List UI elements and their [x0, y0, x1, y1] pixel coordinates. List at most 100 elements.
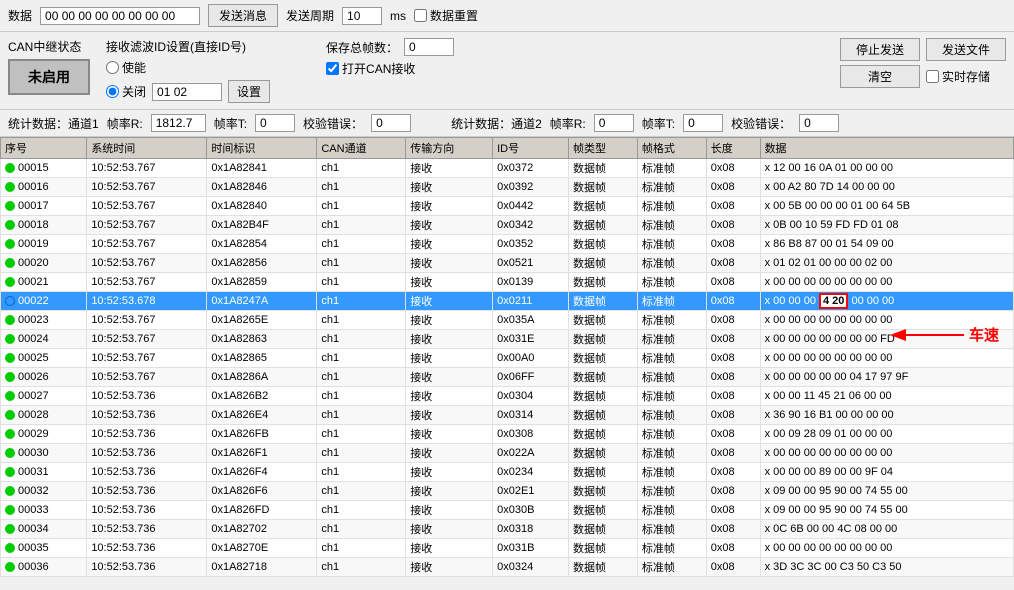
stats1-frame-t-input[interactable]	[255, 114, 295, 132]
close-radio[interactable]	[106, 85, 119, 98]
realtime-save-label[interactable]: 实时存储	[926, 68, 990, 85]
send-file-button[interactable]: 发送文件	[926, 38, 1006, 61]
row-fformat: 标准帧	[637, 235, 706, 254]
row-len: 0x08	[706, 520, 760, 539]
table-row[interactable]: 0003410:52:53.7360x1A82702ch1接收0x0318数据帧…	[1, 520, 1014, 539]
row-ftype: 数据帧	[569, 539, 638, 558]
row-dir: 接收	[406, 444, 493, 463]
row-dir: 接收	[406, 425, 493, 444]
row-ts: 0x1A82B4F	[207, 216, 317, 235]
row-ts: 0x1A8247A	[207, 292, 317, 311]
table-row[interactable]: 0002810:52:53.7360x1A826E4ch1接收0x0314数据帧…	[1, 406, 1014, 425]
stats2-frame-t-input[interactable]	[683, 114, 723, 132]
table-row[interactable]: 0001910:52:53.7670x1A82854ch1接收0x0352数据帧…	[1, 235, 1014, 254]
filter-value-input[interactable]	[152, 83, 222, 101]
table-row[interactable]: 0002010:52:53.7670x1A82856ch1接收0x0521数据帧…	[1, 254, 1014, 273]
row-id: 0x06FF	[493, 368, 569, 387]
table-row[interactable]: 0002210:52:53.6780x1A8247Ach1接收0x0211数据帧…	[1, 292, 1014, 311]
table-row[interactable]: 0003310:52:53.7360x1A826FDch1接收0x030B数据帧…	[1, 501, 1014, 520]
stop-send-button[interactable]: 停止发送	[840, 38, 920, 61]
row-len: 0x08	[706, 368, 760, 387]
row-data: x 36 90 16 B1 00 00 00 00	[760, 406, 1013, 425]
enable-radio[interactable]	[106, 61, 119, 74]
row-ftype: 数据帧	[569, 235, 638, 254]
row-id: 0x035A	[493, 311, 569, 330]
row-id: 0x0234	[493, 463, 569, 482]
control-section: CAN中继状态 未启用 接收滤波ID设置(直接ID号) 使能 关闭 设置	[0, 32, 1014, 110]
row-dir: 接收	[406, 406, 493, 425]
period-input[interactable]	[342, 7, 382, 25]
top-bar: 数据 发送消息 发送周期 ms 数据重置	[0, 0, 1014, 32]
row-seq: 00021	[1, 273, 87, 292]
row-ts: 0x1A82854	[207, 235, 317, 254]
row-seq: 00035	[1, 539, 87, 558]
row-ts: 0x1A826B2	[207, 387, 317, 406]
table-row[interactable]: 0002910:52:53.7360x1A826FBch1接收0x0308数据帧…	[1, 425, 1014, 444]
row-id: 0x031E	[493, 330, 569, 349]
row-id: 0x0318	[493, 520, 569, 539]
data-table-container: 序号 系统时间 时间标识 CAN通道 传输方向 ID号 帧类型 帧格式 长度 数…	[0, 137, 1014, 577]
table-row[interactable]: 0003510:52:53.7360x1A8270Ech1接收0x031B数据帧…	[1, 539, 1014, 558]
row-time: 10:52:53.767	[87, 197, 207, 216]
row-ts: 0x1A826F6	[207, 482, 317, 501]
table-row[interactable]: 0001610:52:53.7670x1A82846ch1接收0x0392数据帧…	[1, 178, 1014, 197]
row-dir: 接收	[406, 292, 493, 311]
table-row[interactable]: 0002510:52:53.7670x1A82865ch1接收0x00A0数据帧…	[1, 349, 1014, 368]
row-len: 0x08	[706, 482, 760, 501]
stats2-check-err-input[interactable]	[799, 114, 839, 132]
stats1-label: 统计数据：通道1	[8, 115, 99, 132]
row-fformat: 标准帧	[637, 292, 706, 311]
table-row[interactable]: 0002110:52:53.7670x1A82859ch1接收0x0139数据帧…	[1, 273, 1014, 292]
clear-button[interactable]: 清空	[840, 65, 920, 88]
row-id: 0x02E1	[493, 482, 569, 501]
table-row[interactable]: 0002710:52:53.7360x1A826B2ch1接收0x0304数据帧…	[1, 387, 1014, 406]
set-filter-button[interactable]: 设置	[228, 80, 270, 103]
loop-checkbox-label[interactable]: 数据重置	[414, 7, 478, 24]
row-id: 0x0211	[493, 292, 569, 311]
addr-label: 数据	[8, 7, 32, 24]
enable-radio-label[interactable]: 使能	[106, 59, 146, 76]
row-ts: 0x1A826FD	[207, 501, 317, 520]
row-seq: 00023	[1, 311, 87, 330]
table-row[interactable]: 0002410:52:53.7670x1A82863ch1接收0x031E数据帧…	[1, 330, 1014, 349]
save-frames-input[interactable]	[404, 38, 454, 56]
row-len: 0x08	[706, 254, 760, 273]
row-time: 10:52:53.767	[87, 178, 207, 197]
table-row[interactable]: 0001510:52:53.7670x1A82841ch1接收0x0372数据帧…	[1, 159, 1014, 178]
can-status-button[interactable]: 未启用	[8, 59, 90, 95]
table-row[interactable]: 0001710:52:53.7670x1A82840ch1接收0x0442数据帧…	[1, 197, 1014, 216]
table-row[interactable]: 0003610:52:53.7360x1A82718ch1接收0x0324数据帧…	[1, 558, 1014, 577]
open-can-checkbox[interactable]	[326, 62, 339, 75]
row-time: 10:52:53.767	[87, 159, 207, 178]
table-row[interactable]: 0003010:52:53.7360x1A826F1ch1接收0x022A数据帧…	[1, 444, 1014, 463]
open-can-label[interactable]: 打开CAN接收	[326, 60, 415, 77]
close-radio-label[interactable]: 关闭	[106, 83, 146, 100]
row-ts: 0x1A82863	[207, 330, 317, 349]
send-msg-button[interactable]: 发送消息	[208, 4, 278, 27]
row-time: 10:52:53.736	[87, 501, 207, 520]
row-id: 0x0521	[493, 254, 569, 273]
row-ftype: 数据帧	[569, 292, 638, 311]
loop-checkbox[interactable]	[414, 9, 427, 22]
table-row[interactable]: 0002310:52:53.7670x1A8265Ech1接收0x035A数据帧…	[1, 311, 1014, 330]
row-ftype: 数据帧	[569, 273, 638, 292]
row-dir: 接收	[406, 311, 493, 330]
row-fformat: 标准帧	[637, 463, 706, 482]
stats1-frame-r-input[interactable]	[151, 114, 206, 132]
row-ch: ch1	[317, 235, 406, 254]
filter-label: 接收滤波ID设置(直接ID号)	[106, 38, 270, 55]
stats1-check-err-label: 校验错误：	[303, 115, 363, 132]
stats2-frame-r-input[interactable]	[594, 114, 634, 132]
row-ts: 0x1A826F1	[207, 444, 317, 463]
row-ftype: 数据帧	[569, 311, 638, 330]
stats1-check-err-input[interactable]	[371, 114, 411, 132]
table-row[interactable]: 0001810:52:53.7670x1A82B4Fch1接收0x0342数据帧…	[1, 216, 1014, 235]
table-row[interactable]: 0003110:52:53.7360x1A826F4ch1接收0x0234数据帧…	[1, 463, 1014, 482]
row-time: 10:52:53.767	[87, 254, 207, 273]
table-row[interactable]: 0002610:52:53.7670x1A8286Ach1接收0x06FF数据帧…	[1, 368, 1014, 387]
addr-input[interactable]	[40, 7, 200, 25]
row-id: 0x0304	[493, 387, 569, 406]
table-row[interactable]: 0003210:52:53.7360x1A826F6ch1接收0x02E1数据帧…	[1, 482, 1014, 501]
realtime-save-checkbox[interactable]	[926, 70, 939, 83]
row-time: 10:52:53.678	[87, 292, 207, 311]
